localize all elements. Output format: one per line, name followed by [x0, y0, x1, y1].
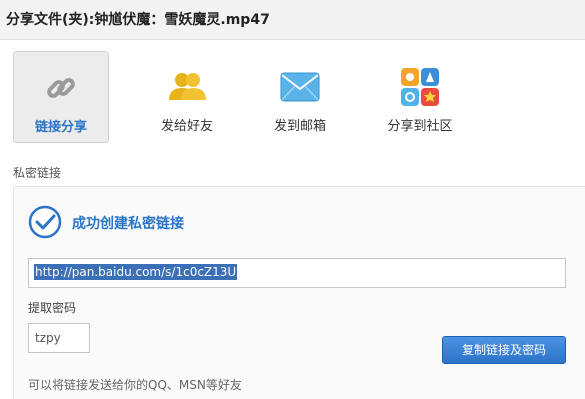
password-field[interactable]: tzpy — [28, 323, 90, 353]
tab-label: 发给好友 — [160, 119, 213, 134]
share-method-tabs: 链接分享 发给好友 发到邮箱 分享到社区 — [0, 41, 585, 151]
tab-link-share[interactable]: 链接分享 — [13, 51, 109, 143]
mail-icon — [280, 67, 320, 107]
success-message: 成功创建私密链接 — [72, 216, 184, 232]
tab-send-to-friends[interactable]: 发给好友 — [139, 51, 235, 143]
section-title: 私密链接 — [13, 166, 62, 180]
share-link-field[interactable]: http://pan.baidu.com/s/1c0cZ13U — [28, 258, 566, 288]
tab-label: 发到邮箱 — [273, 119, 326, 134]
check-circle-icon — [28, 205, 62, 239]
community-icon — [400, 67, 440, 107]
tab-label: 链接分享 — [34, 120, 87, 135]
share-link-text: http://pan.baidu.com/s/1c0cZ13U — [34, 264, 238, 280]
friends-icon — [167, 67, 207, 107]
link-icon — [41, 68, 81, 108]
share-hint: 可以将链接发送给你的QQ、MSN等好友 — [28, 378, 242, 392]
tab-share-to-community[interactable]: 分享到社区 — [372, 51, 468, 143]
tab-send-to-email[interactable]: 发到邮箱 — [252, 51, 348, 143]
copy-link-and-password-button[interactable]: 复制链接及密码 — [442, 336, 566, 364]
dialog-title: 分享文件(夹):钟馗伏魔：雪妖魔灵.mp47 — [6, 12, 270, 28]
dialog-header: 分享文件(夹):钟馗伏魔：雪妖魔灵.mp47 — [0, 0, 585, 40]
password-label: 提取密码 — [28, 301, 77, 315]
tab-label: 分享到社区 — [387, 119, 453, 134]
